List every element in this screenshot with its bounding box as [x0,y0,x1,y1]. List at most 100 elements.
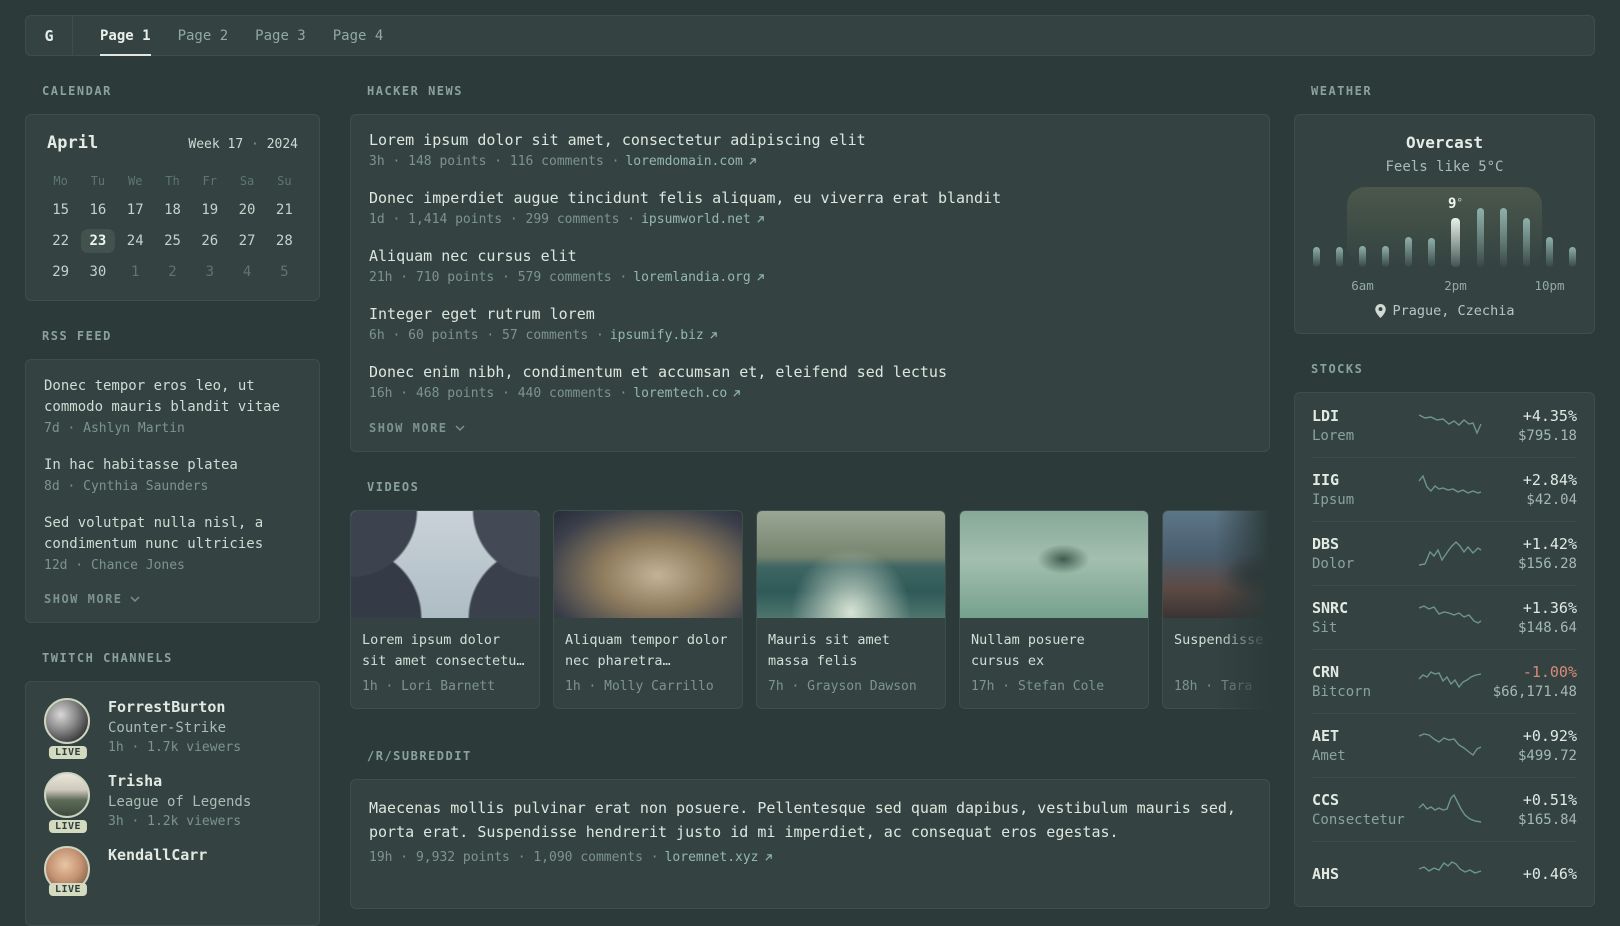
video-card[interactable]: Mauris sit amet massa felis 7h · Grayson … [756,510,946,709]
twitch-channel-name[interactable]: KendallCarr [108,846,207,864]
show-more-label: SHOW MORE [369,421,448,435]
calendar-widget: April Week 17 · 2024 Mo Tu We Th Fr Sa Su 15 16 1… [25,114,320,301]
calendar-day[interactable]: 21 [266,198,303,222]
twitch-channel-info: KendallCarr [108,846,207,892]
calendar-day[interactable]: 27 [228,229,265,253]
calendar-day[interactable]: 5 [266,260,303,284]
stock-row[interactable]: AHS +0.46% [1312,842,1577,905]
stock-row[interactable]: LDI Lorem +4.35% $795.18 [1312,394,1577,458]
calendar-day[interactable]: 25 [154,229,191,253]
stock-row[interactable]: SNRC Sit +1.36% $148.64 [1312,586,1577,650]
hackernews-item-domain-link[interactable]: loremdomain.com [625,154,756,169]
calendar-day[interactable]: 4 [228,260,265,284]
rss-item-title[interactable]: Donec tempor eros leo, ut commodo mauris… [44,376,301,418]
weather-condition: Overcast [1405,133,1484,152]
calendar-day[interactable]: 2 [154,260,191,284]
video-card[interactable]: Aliquam tempor dolor nec pharetra… 1h · M… [553,510,743,709]
rss-item-title[interactable]: In hac habitasse platea [44,455,301,476]
stock-row[interactable]: DBS Dolor +1.42% $156.28 [1312,522,1577,586]
hackernews-item-title[interactable]: Integer eget rutrum lorem [369,305,1251,323]
app-logo[interactable]: G [26,16,73,55]
stock-identity: CRN Bitcorn [1312,663,1418,700]
calendar-day[interactable]: 17 [117,198,154,222]
top-navbar: G Page 1 Page 2 Page 3 Page 4 [25,15,1595,56]
video-card[interactable]: Nullam posuere cursus ex 17h · Stefan Col… [959,510,1149,709]
tab-page-2[interactable]: Page 2 [178,16,229,55]
weather-bar [1359,246,1367,267]
subreddit-post-title[interactable]: Maecenas mollis pulvinar erat non posuer… [369,796,1251,844]
calendar-day[interactable]: 22 [42,229,79,253]
video-card[interactable]: Lorem ipsum dolor sit amet consectetu… 1h… [350,510,540,709]
video-meta: 1h · Lori Barnett [362,679,496,694]
calendar-day[interactable]: 3 [191,260,228,284]
external-link-icon [710,332,717,339]
hackernews-item-domain-link[interactable]: ipsumworld.net [641,212,765,227]
hackernews-item-domain-link[interactable]: loremlandia.org [633,270,764,285]
chevron-down-icon [130,596,140,602]
stock-change: +1.42% [1522,535,1577,553]
rss-show-more-button[interactable]: SHOW MORE [44,592,301,606]
video-thumbnail [757,511,945,618]
rss-item: Sed volutpat nulla nisl, a condimentum n… [44,513,301,573]
hackernews-item-domain-link[interactable]: loremtech.co [633,386,741,401]
avatar-wrap: LIVE [44,698,92,759]
calendar-header: April Week 17 · 2024 [42,133,303,153]
subreddit-post-domain-link[interactable]: loremnet.xyz [665,850,773,865]
hackernews-item-meta: 21h · 710 points · 579 comments · loremla… [369,270,1251,285]
video-title[interactable]: Aliquam tempor dolor nec pharetra… [565,630,731,672]
calendar-weekday: We [127,174,143,188]
stock-row[interactable]: CRN Bitcorn -1.00% $66,171.48 [1312,650,1577,714]
calendar-day[interactable]: 18 [154,198,191,222]
hackernews-item-title[interactable]: Aliquam nec cursus elit [369,247,1251,265]
calendar-day[interactable]: 29 [42,260,79,284]
weather-bar [1313,247,1320,267]
domain-text: loremtech.co [633,386,728,401]
tab-page-1[interactable]: Page 1 [100,16,151,56]
video-title[interactable]: Mauris sit amet massa felis [768,630,934,672]
weather-hour-label: 2pm [1444,278,1467,293]
hackernews-item-stats: 16h · 468 points · 440 comments · [369,386,628,401]
calendar-day[interactable]: 28 [266,229,303,253]
hackernews-item-title[interactable]: Donec enim nibh, condimentum et accumsan… [369,363,1251,381]
domain-text: loremlandia.org [633,270,751,285]
rss-section-label: RSS FEED [42,329,112,343]
twitch-channel: LIVE ForrestBurton Counter-Strike 1h · 1.7k… [44,698,301,759]
calendar-day[interactable]: 16 [79,198,116,222]
subreddit-widget: Maecenas mollis pulvinar erat non posuer… [350,779,1270,909]
hackernews-item-domain-link[interactable]: ipsumify.biz [610,328,718,343]
hackernews-widget: Lorem ipsum dolor sit amet, consectetur … [350,114,1270,452]
video-title[interactable]: Nullam posuere cursus ex [971,630,1137,672]
stock-ticker: DBS [1312,535,1340,553]
stock-change: +1.36% [1522,599,1577,617]
hackernews-show-more-button[interactable]: SHOW MORE [369,421,1251,435]
stock-values: +1.42% $156.28 [1482,535,1577,572]
twitch-channel: LIVE KendallCarr [44,846,301,896]
twitch-widget: LIVE ForrestBurton Counter-Strike 1h · 1.7k… [25,681,320,926]
tab-page-4[interactable]: Page 4 [333,16,384,55]
video-title[interactable]: Lorem ipsum dolor sit amet consectetu… [362,630,528,672]
calendar-day[interactable]: 19 [191,198,228,222]
calendar-day[interactable]: 20 [228,198,265,222]
sparkline-chart-icon [1418,540,1482,566]
rss-item-title[interactable]: Sed volutpat nulla nisl, a condimentum n… [44,513,301,555]
twitch-channel-name[interactable]: ForrestBurton [108,698,241,716]
hackernews-section-label: HACKER NEWS [367,84,463,98]
calendar-day-selected[interactable]: 23 [80,229,115,253]
twitch-channel-name[interactable]: Trisha [108,772,251,790]
subreddit-post-list: Maecenas mollis pulvinar erat non posuer… [369,796,1251,865]
calendar-day[interactable]: 30 [79,260,116,284]
hackernews-list: Lorem ipsum dolor sit amet, consectetur … [369,131,1251,401]
stock-row[interactable]: CCS Consectetur +0.51% $165.84 [1312,778,1577,842]
hackernews-item-title[interactable]: Lorem ipsum dolor sit amet, consectetur … [369,131,1251,149]
calendar-day[interactable]: 24 [117,229,154,253]
stock-row[interactable]: IIG Ipsum +2.84% $42.04 [1312,458,1577,522]
avatar[interactable] [44,772,90,818]
tab-page-3[interactable]: Page 3 [255,16,306,55]
hackernews-item-title[interactable]: Donec imperdiet augue tincidunt felis al… [369,189,1251,207]
hackernews-item: Lorem ipsum dolor sit amet, consectetur … [369,131,1251,169]
calendar-day[interactable]: 26 [191,229,228,253]
calendar-day[interactable]: 15 [42,198,79,222]
stock-row[interactable]: AET Amet +0.92% $499.72 [1312,714,1577,778]
calendar-day[interactable]: 1 [117,260,154,284]
avatar[interactable] [44,698,90,744]
